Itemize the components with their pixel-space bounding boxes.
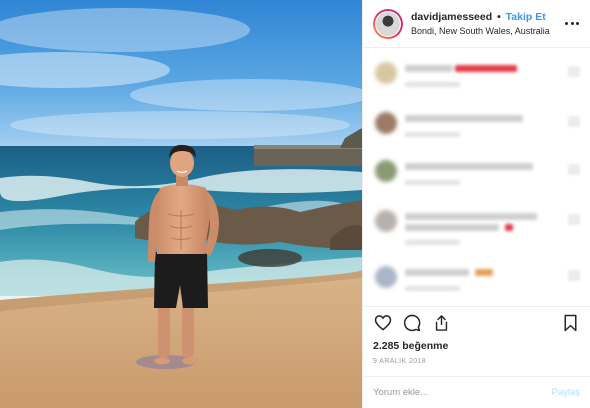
- post-photo[interactable]: [0, 0, 362, 408]
- comment-text-blurred: [405, 269, 469, 276]
- comment-input[interactable]: [373, 387, 552, 398]
- post-side-panel: davidjamesseed • Takip Et Bondi, New Sou…: [362, 0, 590, 408]
- share-icon[interactable]: [431, 313, 451, 333]
- separator-dot: •: [497, 10, 501, 23]
- comment-icon[interactable]: [402, 313, 422, 333]
- comment-text-blurred: [405, 213, 537, 220]
- comment-form: Paylaş: [363, 376, 590, 408]
- comment-text-blurred: [405, 115, 523, 122]
- username-link[interactable]: davidjamesseed: [411, 11, 492, 23]
- comment-item: [375, 112, 580, 152]
- comment-like-icon[interactable]: [568, 66, 580, 77]
- more-options-icon[interactable]: [564, 16, 580, 32]
- post-header: davidjamesseed • Takip Et Bondi, New Sou…: [363, 0, 590, 48]
- comment-meta-blurred: [405, 240, 460, 245]
- username-line: davidjamesseed • Takip Et: [411, 10, 564, 24]
- commenter-avatar: [375, 62, 397, 84]
- post-actions-bar: [363, 306, 590, 338]
- follow-button[interactable]: Takip Et: [506, 11, 546, 23]
- comment-emoji-blurred: [505, 224, 513, 231]
- commenter-avatar: [375, 210, 397, 232]
- comment-emoji-blurred: [475, 269, 493, 276]
- comment-item: [375, 266, 580, 306]
- avatar[interactable]: [373, 8, 403, 39]
- comment-like-icon[interactable]: [568, 270, 580, 281]
- comment-meta-blurred: [405, 286, 460, 291]
- comment-item: [375, 160, 580, 200]
- comment-text-blurred: [405, 65, 453, 72]
- comment-text-blurred: [405, 163, 533, 170]
- comment-meta-blurred: [405, 132, 460, 137]
- comment-like-icon[interactable]: [568, 214, 580, 225]
- comment-meta-blurred: [405, 82, 460, 87]
- post-date[interactable]: 9 ARALIK 2018: [363, 354, 590, 376]
- heart-icon[interactable]: [373, 313, 393, 333]
- comment-text-blurred: [405, 224, 499, 231]
- comment-item: [375, 62, 580, 102]
- commenter-avatar: [375, 266, 397, 288]
- comment-item: [375, 210, 580, 250]
- comments-list[interactable]: [363, 48, 590, 306]
- comment-like-icon[interactable]: [568, 164, 580, 175]
- location-link[interactable]: Bondi, New South Wales, Australia: [411, 24, 564, 38]
- comment-meta-blurred: [405, 180, 460, 185]
- commenter-avatar: [375, 160, 397, 182]
- commenter-avatar: [375, 112, 397, 134]
- bookmark-icon[interactable]: [560, 313, 580, 333]
- avatar-image: [376, 11, 400, 36]
- post-comment-button[interactable]: Paylaş: [551, 387, 580, 398]
- comment-emoji-blurred: [455, 65, 517, 72]
- header-text: davidjamesseed • Takip Et Bondi, New Sou…: [411, 10, 564, 38]
- instagram-post: davidjamesseed • Takip Et Bondi, New Sou…: [0, 0, 590, 408]
- comment-like-icon[interactable]: [568, 116, 580, 127]
- beach-photo-image: [0, 0, 362, 408]
- likes-count[interactable]: 2.285 beğenme: [363, 338, 590, 354]
